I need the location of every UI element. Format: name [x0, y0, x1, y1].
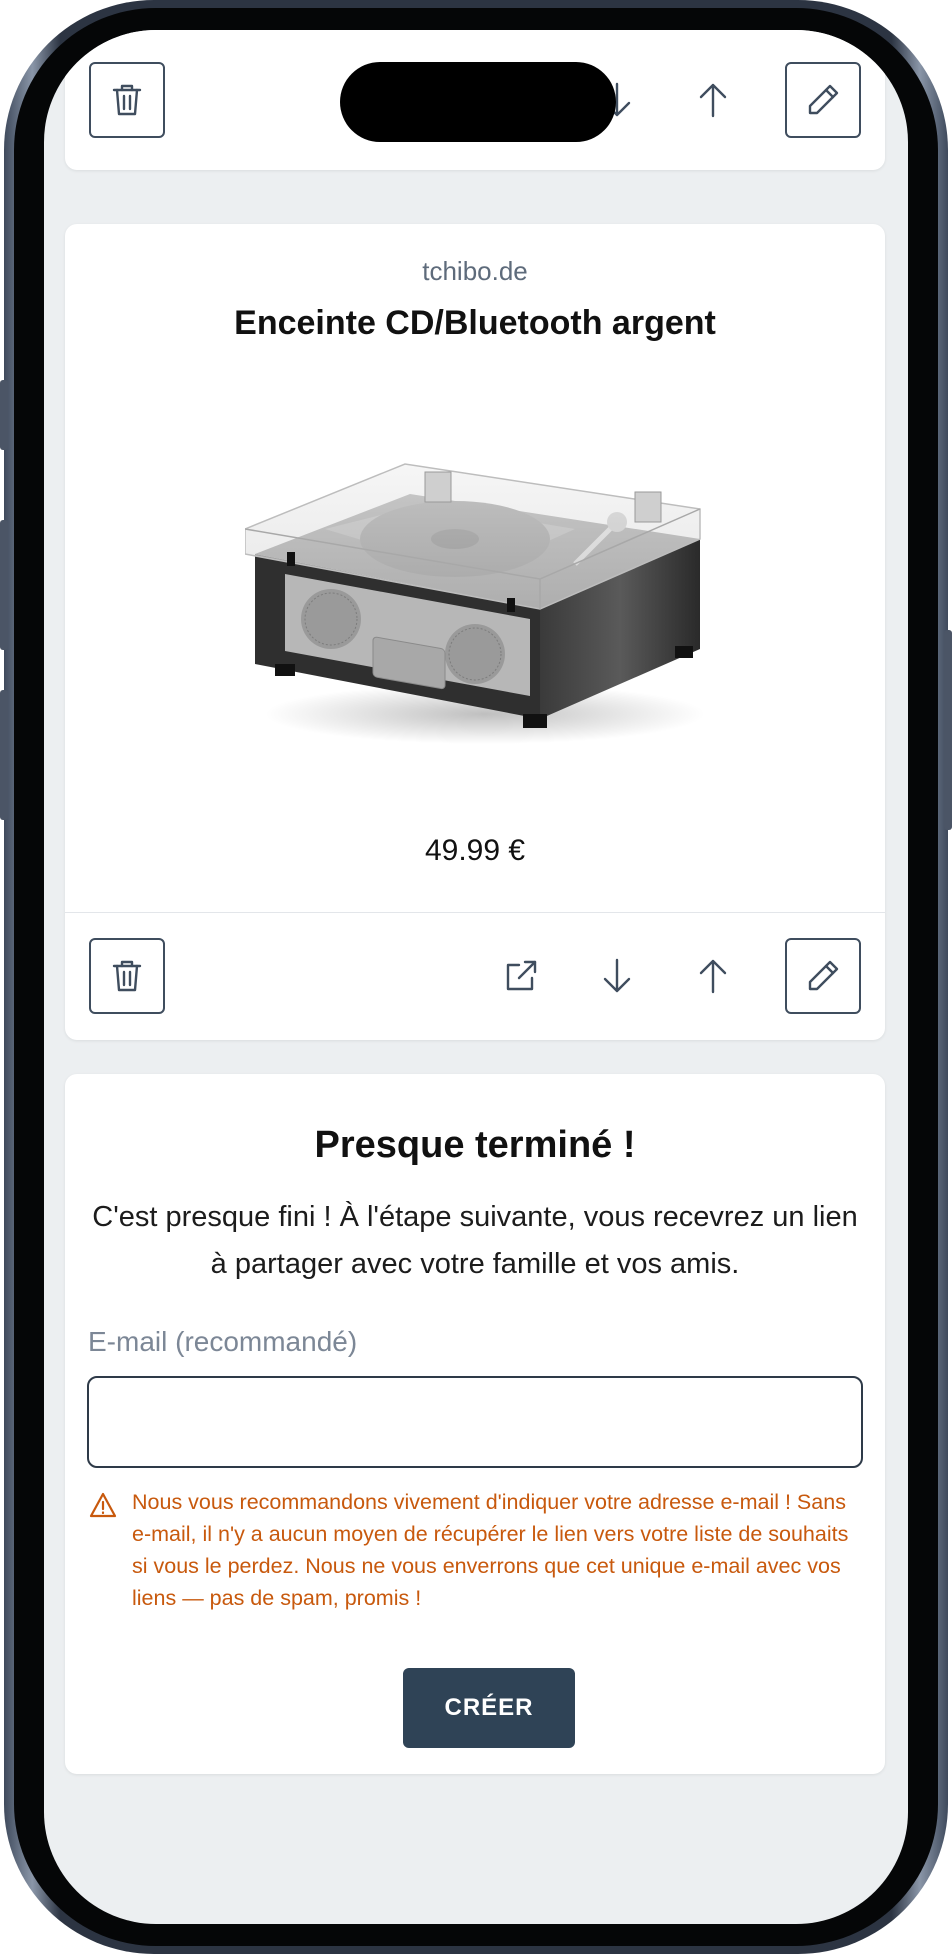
delete-button[interactable]: [89, 938, 165, 1014]
phone-action-button: [0, 380, 8, 450]
move-up-button[interactable]: [683, 946, 743, 1006]
create-button[interactable]: CRÉER: [403, 1668, 575, 1748]
form-title: Presque terminé !: [314, 1124, 636, 1166]
wishlist-item-card: tchibo.de Enceinte CD/Bluetooth argent 4…: [65, 224, 885, 1040]
arrow-down-icon: [602, 958, 632, 994]
delete-button[interactable]: [89, 62, 165, 138]
item-action-bar: [65, 912, 885, 1040]
phone-screen: tchibo.de Enceinte CD/Bluetooth argent 4…: [44, 30, 908, 1924]
arrow-up-icon: [698, 958, 728, 994]
warning-triangle-icon: [89, 1492, 117, 1518]
open-link-button[interactable]: [491, 946, 551, 1006]
move-up-button[interactable]: [683, 70, 743, 130]
edit-button[interactable]: [785, 938, 861, 1014]
form-description: C'est presque fini ! À l'étape suivante,…: [92, 1201, 858, 1280]
email-label: E-mail (recommandé): [88, 1326, 358, 1357]
arrow-up-icon: [698, 82, 728, 118]
pencil-icon: [806, 959, 840, 993]
external-link-icon: [504, 959, 538, 993]
product-title: Enceinte CD/Bluetooth argent: [234, 304, 716, 342]
product-source: tchibo.de: [422, 256, 528, 286]
email-warning-text: Nous vous recommandons vivement d'indiqu…: [132, 1490, 849, 1610]
phone-volume-up: [0, 520, 8, 650]
email-input[interactable]: [87, 1376, 863, 1468]
product-price: 49.99 €: [424, 834, 526, 867]
phone-volume-down: [0, 690, 8, 820]
pencil-icon: [806, 83, 840, 117]
edit-button[interactable]: [785, 62, 861, 138]
product-image[interactable]: [245, 414, 705, 754]
trash-icon: [112, 959, 142, 993]
dynamic-island: [340, 62, 616, 142]
trash-icon: [112, 83, 142, 117]
move-down-button[interactable]: [587, 946, 647, 1006]
phone-power-button: [944, 630, 952, 830]
finish-form-card: Presque terminé ! C'est presque fini ! À…: [65, 1074, 885, 1774]
